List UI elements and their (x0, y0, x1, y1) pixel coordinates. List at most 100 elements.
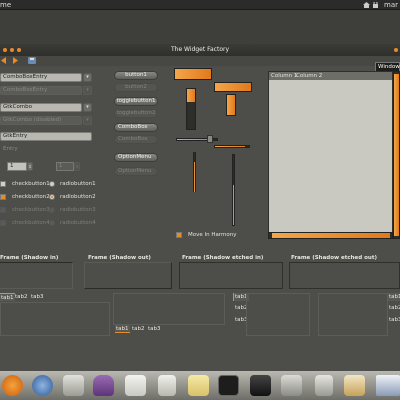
radiobutton-4-circle (49, 220, 55, 226)
notebook-4-page (318, 293, 388, 336)
frame-etched-in (179, 262, 283, 289)
notebook-4-tab-3[interactable]: tab3 (388, 316, 400, 324)
column-1-header[interactable]: Column 1 (271, 73, 297, 79)
spin-button-2: 1 (56, 162, 74, 171)
notebook-1-tab-1[interactable]: tab1 (0, 293, 15, 301)
vscale-1[interactable] (193, 152, 196, 192)
printer-icon[interactable] (281, 375, 302, 396)
list-view[interactable]: Column 1 Column 2 (268, 71, 393, 239)
radiobutton-3-circle (49, 207, 55, 213)
progress-fill-1 (175, 69, 211, 79)
checkbutton-4-box (0, 220, 6, 226)
terminal-icon[interactable] (218, 375, 239, 396)
notebook-2-tab-3[interactable]: tab3 (147, 325, 162, 333)
spin-button-2-arrows: ⇕ (74, 162, 80, 171)
app-menu[interactable]: me (0, 1, 11, 9)
combobox-entry-1-arrow[interactable]: ▾ (83, 73, 92, 82)
button-2: button2 (114, 83, 158, 92)
vscale-2[interactable] (232, 154, 235, 226)
toolbar (0, 56, 400, 66)
radiobutton-3-label: radiobutton3 (60, 207, 96, 213)
frame-etched-in-title: Frame (Shadow etched in) (182, 255, 264, 261)
paint-icon[interactable] (344, 375, 365, 396)
button-1[interactable]: button1 (114, 71, 158, 80)
list-header: Column 1 Column 2 (269, 72, 392, 80)
progress-bar-horizontal-1 (174, 68, 212, 80)
gtk-entry[interactable]: GtkEntry (0, 132, 92, 141)
move-in-harmony-label[interactable]: Move In Harmony (188, 232, 237, 238)
combobox-entry-1[interactable]: ComboBoxEntry (0, 73, 82, 82)
dock (0, 371, 400, 400)
checkbutton-3-box (0, 207, 6, 213)
togglebutton-2: togglebutton2 (114, 109, 158, 118)
inkscape-icon[interactable] (250, 375, 271, 396)
progress-bar-horizontal-2 (214, 82, 252, 92)
progress-bar-vertical-1 (186, 88, 196, 130)
list-hscrollbar-thumb[interactable] (272, 233, 390, 238)
combobox-1[interactable]: ComboBox (114, 123, 158, 132)
title-bar[interactable]: The Widget Factory (0, 44, 400, 56)
notes-icon[interactable] (188, 375, 209, 396)
move-in-harmony-check[interactable] (176, 232, 182, 238)
spin-button-1-arrows[interactable]: ⇕ (27, 162, 33, 171)
notebook-1-tab-3[interactable]: tab3 (30, 293, 45, 301)
hscale-2[interactable] (214, 145, 250, 148)
checkbutton-4-label: checkbutton4 (12, 220, 50, 226)
gtk-combo-1[interactable]: GtkCombo (0, 103, 82, 112)
maximize-window-button[interactable] (17, 48, 21, 52)
list-vscrollbar-thumb[interactable] (394, 74, 399, 236)
spin-button-1[interactable]: 1 (7, 162, 27, 171)
window-right-button[interactable] (394, 48, 398, 52)
list-hscrollbar[interactable] (268, 232, 393, 239)
hscale-1-slider[interactable] (207, 135, 213, 143)
back-icon[interactable] (1, 57, 9, 64)
top-panel: me mar (0, 0, 400, 10)
checkbutton-1-label[interactable]: checkbutton1 (12, 181, 50, 187)
optionmenu-1[interactable]: OptionMenu (114, 153, 158, 162)
radiobutton-4-label: radiobutton4 (60, 220, 96, 226)
checkbutton-1-box[interactable] (0, 181, 6, 187)
trash-icon[interactable] (315, 375, 333, 396)
gtk-combo-2: GtkCombo (disabled) (0, 116, 82, 125)
chat-icon[interactable] (63, 375, 84, 396)
notebook-2-page (113, 293, 225, 325)
radiobutton-1-label[interactable]: radiobutton1 (60, 181, 96, 187)
progress-bar-vertical-2 (226, 94, 236, 116)
list-vscrollbar[interactable] (393, 71, 400, 239)
notebook-2-tab-1[interactable]: tab1 (115, 325, 130, 333)
frame-shadow-out-title: Frame (Shadow out) (88, 255, 151, 261)
gtk-entry-disabled: Entry (3, 146, 18, 152)
hscale-1-fill (177, 139, 209, 140)
vscale-1-fill (194, 162, 195, 192)
lock-icon[interactable] (372, 1, 379, 8)
forward-icon[interactable] (10, 57, 18, 64)
widget-factory-window: The Widget Factory Window ComboBoxEntry … (0, 44, 400, 371)
user-menu[interactable]: mar (384, 1, 398, 9)
checkbutton-2-label[interactable]: checkbutton2 (12, 194, 50, 200)
save-icon[interactable] (28, 57, 36, 64)
radiobutton-2-circle[interactable] (49, 194, 55, 200)
pidgin-icon[interactable] (93, 375, 114, 396)
frame-shadow-out (84, 262, 172, 289)
close-window-button[interactable] (3, 48, 7, 52)
combobox-entry-2-arrow: ▾ (83, 86, 92, 95)
column-2-header[interactable]: Column 2 (296, 73, 322, 79)
progress-fill-v2 (227, 95, 235, 115)
notebook-4-tab-1[interactable]: tab1 (388, 293, 400, 301)
progress-fill-v1 (187, 89, 195, 102)
firefox-icon[interactable] (2, 375, 23, 396)
window-list-icon[interactable] (376, 375, 400, 396)
ipod-icon[interactable] (158, 375, 176, 396)
gtk-combo-1-arrow[interactable]: ▾ (83, 103, 92, 112)
minimize-window-button[interactable] (10, 48, 14, 52)
home-icon[interactable] (363, 2, 370, 8)
radiobutton-2-label[interactable]: radiobutton2 (60, 194, 96, 200)
notebook-1-tab-2[interactable]: tab2 (14, 293, 29, 301)
checkbutton-2-box[interactable] (0, 194, 6, 200)
togglebutton-1[interactable]: togglebutton1 (114, 97, 158, 106)
radiobutton-1-circle[interactable] (49, 181, 55, 187)
mail-icon[interactable] (125, 375, 146, 396)
notebook-2-tab-2[interactable]: tab2 (131, 325, 146, 333)
browser-globe-icon[interactable] (32, 375, 53, 396)
notebook-4-tab-2[interactable]: tab2 (388, 304, 400, 312)
